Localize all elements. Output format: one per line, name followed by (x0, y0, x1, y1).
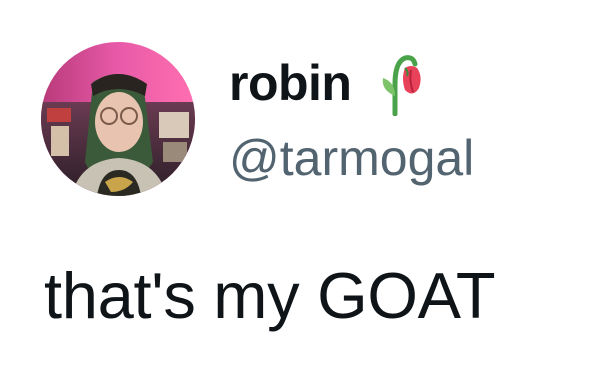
avatar[interactable] (41, 42, 195, 196)
wilted-rose-emoji (375, 50, 425, 117)
tweet-text: that's my GOAT (44, 259, 496, 332)
display-name-row: robin (229, 50, 425, 117)
user-handle[interactable]: @tarmogal (229, 128, 474, 188)
display-name[interactable]: robin (229, 53, 352, 113)
tweet-card: robin @tarmogal that's my GOAT (0, 0, 598, 366)
avatar-image (41, 42, 195, 196)
